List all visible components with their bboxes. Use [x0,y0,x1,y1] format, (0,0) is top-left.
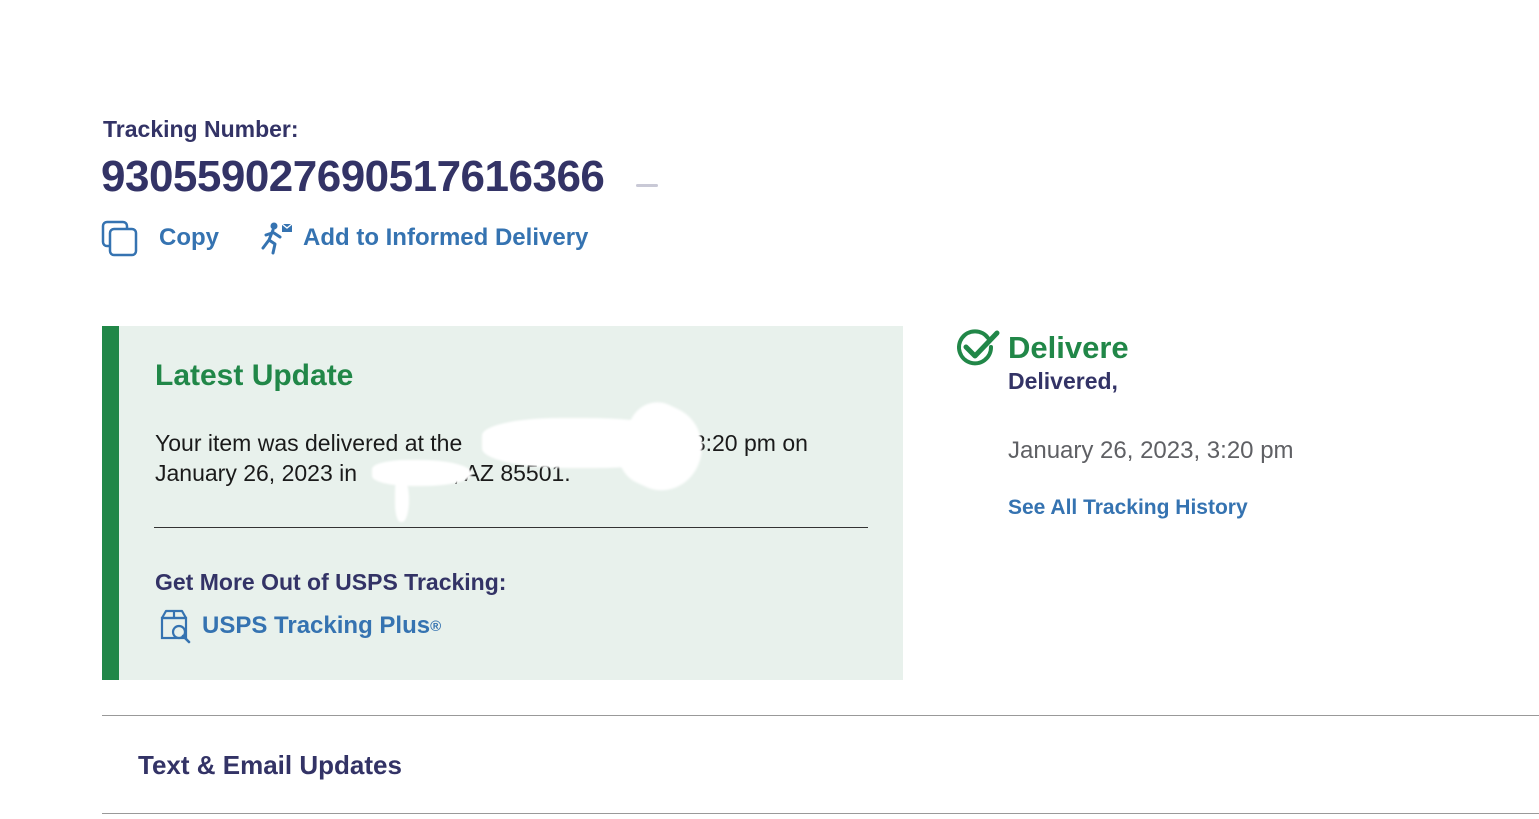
delivery-person-icon [259,219,295,257]
delivery-status: Delivered [956,328,1148,368]
redaction-mask [395,476,409,522]
section-divider [102,715,1539,716]
delivery-status-detail: Delivered, [1008,368,1118,394]
check-circle-icon [956,328,1000,368]
tracking-promo-title: Get More Out of USPS Tracking: [155,569,507,595]
tracking-number-label: Tracking Number: [103,116,299,142]
copy-button[interactable]: Copy [101,219,219,257]
redaction-mask [372,460,472,486]
delivery-status-headline: Delivered [1008,330,1148,365]
tracking-actions: Copy Add to Informed Delivery [101,218,588,258]
latest-update-panel: Latest Update Your item was delivered at… [102,326,903,680]
usps-tracking-plus-label: USPS Tracking Plus [202,612,431,639]
see-all-tracking-history-link[interactable]: See All Tracking History [1008,496,1248,520]
redaction-mask [1128,326,1248,406]
message-part-3: January 26, 2023 in [155,460,358,486]
package-search-icon [158,608,192,644]
delivery-date: January 26, 2023, 3:20 pm [1008,437,1294,464]
add-to-informed-delivery-label: Add to Informed Delivery [303,224,589,251]
message-part-1: Your item was delivered at the [155,430,463,456]
copy-label: Copy [159,224,219,251]
redaction-mask [606,150,766,202]
status-accent-bar [102,326,119,680]
add-to-informed-delivery-button[interactable]: Add to Informed Delivery [259,219,588,257]
tracking-number: 930559027690517616366 [101,152,605,201]
section-divider [102,813,1539,814]
latest-update-title: Latest Update [155,359,354,392]
panel-divider [154,527,868,528]
copy-icon [101,219,139,257]
usps-tracking-plus-link[interactable]: USPS Tracking Plus ® [158,608,441,644]
registered-mark: ® [430,617,442,635]
text-email-updates-toggle[interactable]: Text & Email Updates [138,750,402,781]
